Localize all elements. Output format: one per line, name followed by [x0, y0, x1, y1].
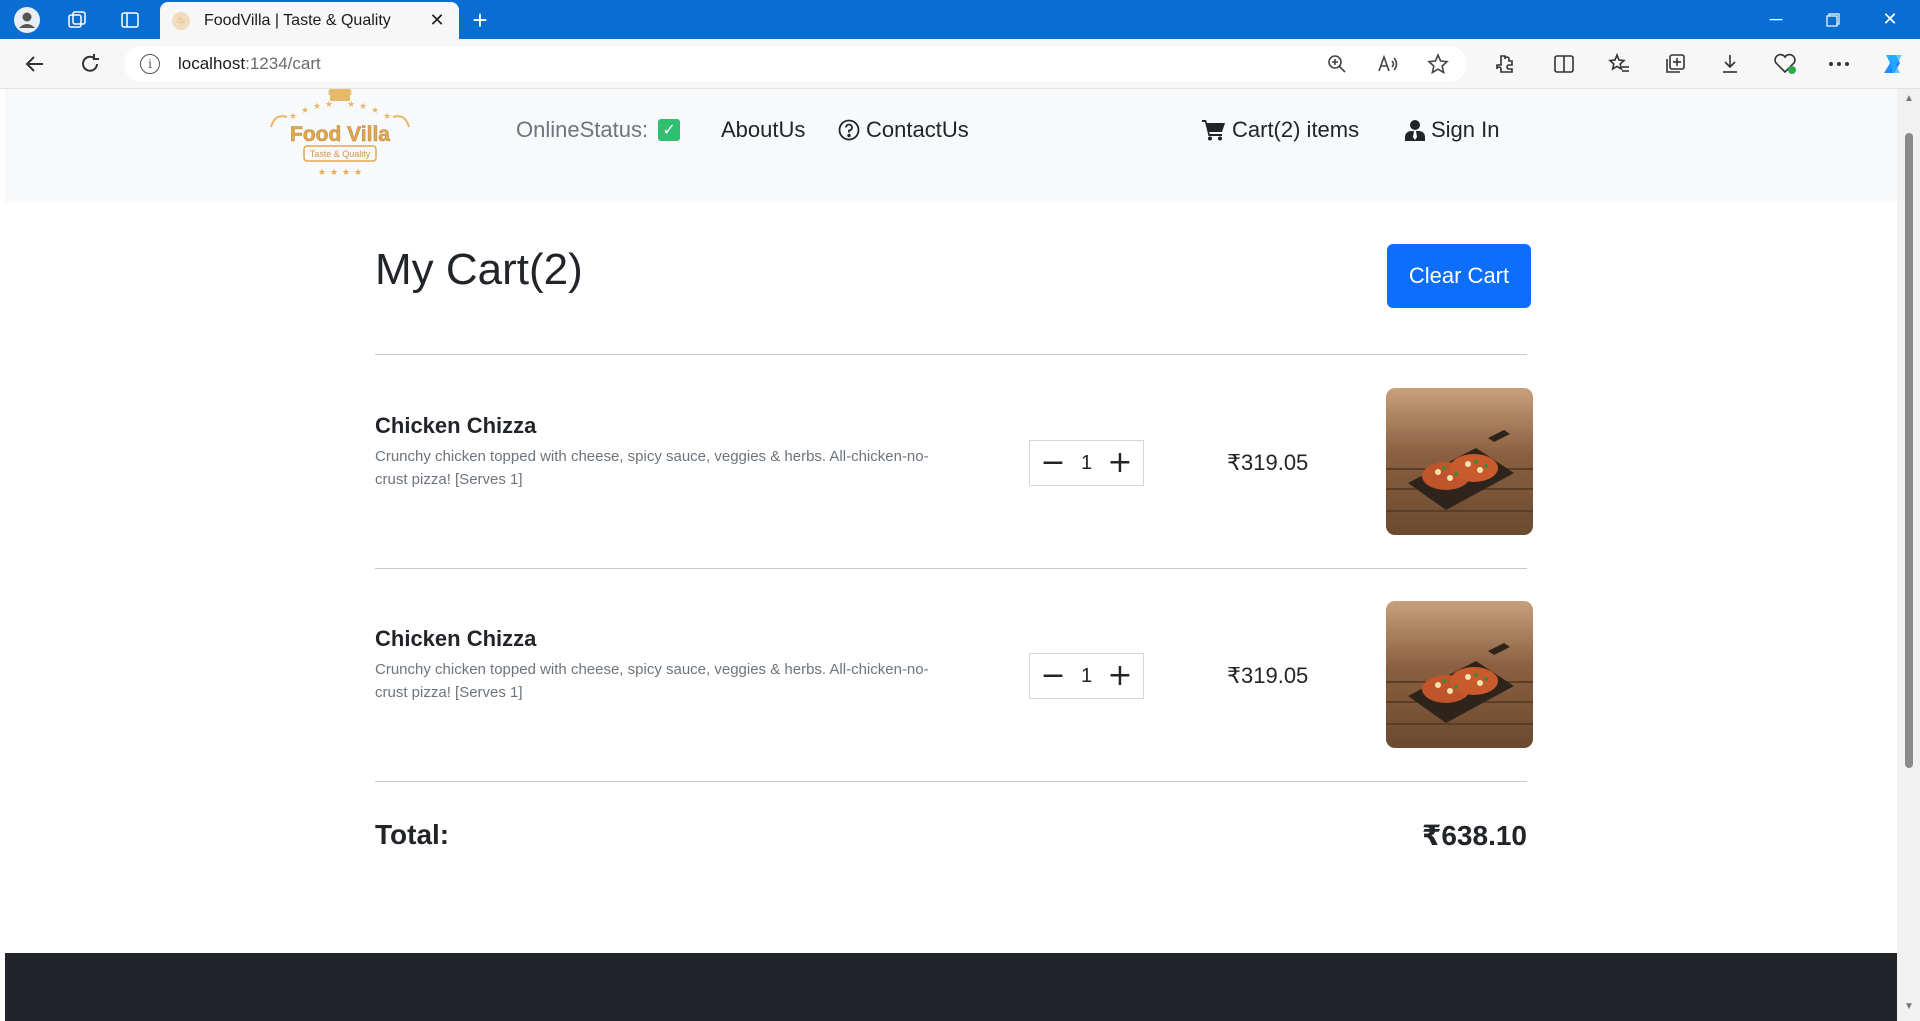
- svg-text:★: ★: [347, 100, 355, 110]
- favorites-icon[interactable]: [1604, 50, 1634, 78]
- online-status: OnlineStatus: ✓: [516, 115, 681, 145]
- scroll-thumb[interactable]: [1905, 133, 1913, 768]
- url-text: localhost:1234/cart: [178, 54, 321, 73]
- item-image: [1386, 601, 1533, 748]
- decrease-quantity-button[interactable]: −: [1038, 661, 1068, 691]
- restore-icon[interactable]: [1805, 0, 1861, 39]
- svg-text:★: ★: [383, 112, 391, 122]
- total-label: Total:: [375, 819, 450, 850]
- cart-title: My Cart(2): [375, 245, 583, 294]
- quantity-stepper: − 1 +: [1029, 653, 1144, 699]
- scroll-up-icon[interactable]: ▲: [1903, 93, 1915, 105]
- decrease-quantity-button[interactable]: −: [1038, 448, 1068, 478]
- split-screen-icon[interactable]: [1549, 50, 1579, 78]
- profile-icon[interactable]: [13, 6, 41, 34]
- item-description: Crunchy chicken topped with cheese, spic…: [375, 448, 929, 488]
- browser-titlebar: ♨ FoodVilla | Taste & Quality ✕ + ─ ✕: [0, 0, 1920, 39]
- workspaces-icon[interactable]: [63, 6, 91, 34]
- refresh-icon[interactable]: [75, 50, 105, 78]
- new-tab-icon[interactable]: +: [466, 6, 494, 34]
- item-name: Chicken Chizza: [375, 413, 537, 438]
- read-aloud-icon[interactable]: [1374, 50, 1402, 78]
- nav-signin-link[interactable]: Sign In: [1405, 115, 1500, 145]
- back-icon[interactable]: [20, 50, 50, 78]
- svg-text:★: ★: [325, 100, 333, 110]
- user-icon: [1405, 120, 1425, 141]
- browser-tab-active[interactable]: ♨ FoodVilla | Taste & Quality ✕: [160, 2, 459, 39]
- more-options-icon[interactable]: [1824, 50, 1854, 78]
- svg-text:★: ★: [330, 168, 338, 178]
- item-name: Chicken Chizza: [375, 626, 537, 651]
- page-scrollbar[interactable]: ▲ ▼: [1897, 89, 1920, 1021]
- zoom-icon[interactable]: [1323, 50, 1351, 78]
- online-check-icon: ✓: [658, 119, 681, 141]
- cart-item: Chicken Chizza Crunchy chicken topped wi…: [375, 601, 1533, 751]
- svg-text:★: ★: [354, 168, 362, 178]
- nav-contact-label: ContactUs: [866, 117, 969, 142]
- food-villa-logo[interactable]: ★ ★ ★ ★ ★ ★ ★ ★ Food Villa Taste & Quality ★ ★ ★…: [267, 89, 413, 179]
- collections-icon[interactable]: [1660, 50, 1690, 78]
- question-circle-icon: [838, 119, 860, 141]
- site-info-icon[interactable]: i: [140, 54, 160, 74]
- divider: [375, 781, 1527, 782]
- scroll-down-icon[interactable]: ▼: [1903, 1001, 1915, 1013]
- nav-cart-link[interactable]: Cart(2) items: [1202, 115, 1359, 145]
- quantity-stepper: − 1 +: [1029, 440, 1144, 486]
- increase-quantity-button[interactable]: +: [1105, 661, 1135, 691]
- total-value: ₹638.10: [1421, 820, 1527, 851]
- address-field[interactable]: i localhost:1234/cart: [124, 46, 1467, 82]
- nav-cart-label: Cart(2) items: [1232, 117, 1360, 142]
- browser-essentials-icon[interactable]: [1770, 50, 1800, 78]
- item-price: ₹319.05: [1227, 663, 1309, 688]
- item-description: Crunchy chicken topped with cheese, spic…: [375, 661, 929, 701]
- site-header: ★ ★ ★ ★ ★ ★ ★ ★ Food Villa Taste & Quality ★ ★ ★…: [5, 89, 1897, 202]
- nav-about-link[interactable]: AboutUs: [721, 115, 805, 145]
- svg-text:★: ★: [301, 106, 309, 116]
- clear-cart-button[interactable]: Clear Cart: [1387, 244, 1531, 308]
- quantity-value: 1: [1080, 451, 1093, 474]
- tab-title: FoodVilla | Taste & Quality: [204, 11, 391, 29]
- copilot-icon[interactable]: [1878, 50, 1908, 78]
- favorite-star-icon[interactable]: [1424, 50, 1452, 78]
- nav-signin-label: Sign In: [1431, 117, 1500, 142]
- close-window-icon[interactable]: ✕: [1862, 0, 1918, 39]
- svg-text:★: ★: [371, 106, 379, 116]
- svg-text:★: ★: [318, 168, 326, 178]
- divider: [375, 568, 1527, 569]
- site-footer: [5, 953, 1897, 1021]
- nav-contact-link[interactable]: ContactUs: [838, 115, 969, 145]
- item-image: [1386, 388, 1533, 535]
- online-status-label: OnlineStatus:: [516, 117, 649, 142]
- logo-wordmark: Food Villa: [290, 123, 390, 146]
- vertical-tabs-icon[interactable]: [116, 6, 144, 34]
- svg-text:★: ★: [359, 102, 367, 112]
- svg-text:★: ★: [342, 168, 350, 178]
- cart-item: Chicken Chizza Crunchy chicken topped wi…: [375, 388, 1533, 538]
- downloads-icon[interactable]: [1715, 50, 1745, 78]
- svg-text:★: ★: [289, 112, 297, 122]
- increase-quantity-button[interactable]: +: [1105, 448, 1135, 478]
- logo-tagline: Taste & Quality: [310, 149, 371, 159]
- svg-text:★: ★: [313, 102, 321, 112]
- extensions-icon[interactable]: [1489, 50, 1519, 78]
- minimize-icon[interactable]: ─: [1748, 0, 1804, 39]
- item-price: ₹319.05: [1227, 450, 1309, 475]
- close-tab-icon[interactable]: ✕: [427, 10, 447, 31]
- browser-toolbar: i localhost:1234/cart: [0, 39, 1920, 89]
- nav-about-label: AboutUs: [721, 117, 806, 142]
- divider: [375, 354, 1527, 355]
- page-viewport: ★ ★ ★ ★ ★ ★ ★ ★ Food Villa Taste & Quality ★ ★ ★…: [5, 89, 1897, 1021]
- cart-icon: [1202, 120, 1225, 141]
- tab-favicon: ♨: [172, 11, 190, 30]
- quantity-value: 1: [1080, 664, 1093, 687]
